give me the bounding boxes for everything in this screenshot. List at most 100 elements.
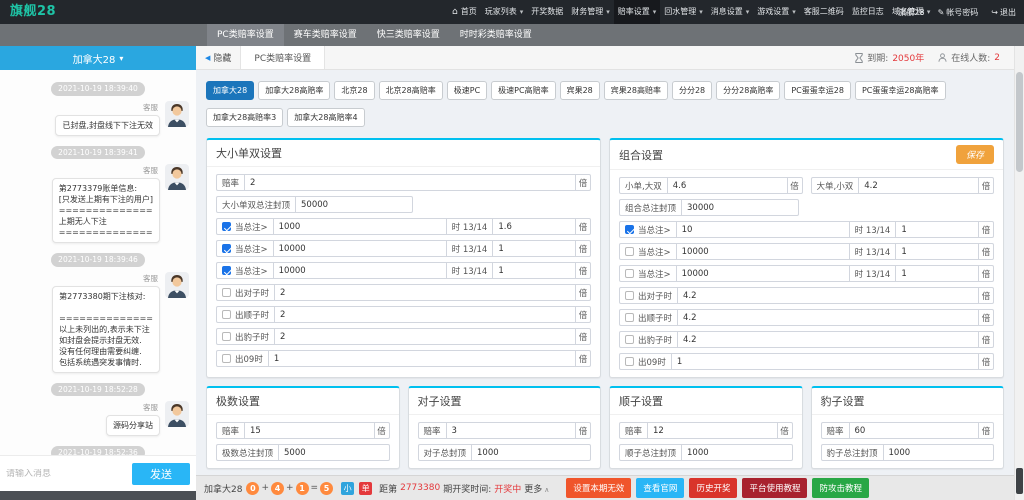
top-nav-item[interactable]: 监控日志 — [848, 0, 888, 24]
top-nav-item[interactable]: 消息设置 — [707, 0, 754, 24]
value-input[interactable]: 4.2 — [677, 287, 979, 304]
panel-title: 豹子设置 — [821, 393, 865, 409]
value-input[interactable]: 10000 — [676, 265, 850, 282]
checkbox[interactable] — [222, 310, 231, 319]
checkbox[interactable] — [222, 222, 231, 231]
checkbox[interactable] — [625, 335, 634, 344]
value-input[interactable]: 4.2 — [677, 309, 979, 326]
hide-sidebar-button[interactable]: 隐藏 — [196, 51, 240, 64]
sub-nav-item[interactable]: PC类赔率设置 — [207, 24, 284, 46]
value-input[interactable]: 2 — [274, 306, 576, 323]
value-input[interactable]: 1 — [492, 262, 576, 279]
value-input[interactable]: 4.2 — [677, 331, 979, 348]
checkbox[interactable] — [222, 354, 231, 363]
unit-label: 倍 — [575, 262, 591, 279]
status-action-button[interactable]: 设置本期无效 — [566, 478, 631, 498]
checkbox[interactable] — [222, 288, 231, 297]
game-tab[interactable]: 加拿大28高赔率3 — [206, 108, 283, 127]
save-button[interactable]: 保存 — [956, 145, 994, 164]
value-input[interactable]: 1 — [895, 221, 979, 238]
value-input[interactable]: 60 — [849, 422, 979, 439]
status-action-button[interactable]: 查看官网 — [636, 478, 684, 498]
checkbox[interactable] — [625, 313, 634, 322]
value-input[interactable]: 1 — [492, 240, 576, 257]
account-password-link[interactable]: 帐号密码 — [938, 7, 979, 18]
value-input[interactable]: 1000 — [883, 444, 994, 461]
checkbox[interactable] — [625, 357, 634, 366]
value-input[interactable]: 1000 — [681, 444, 792, 461]
game-tab[interactable]: 北京28高赔率 — [379, 81, 443, 100]
top-nav-item[interactable]: 玩家列表 — [481, 0, 528, 24]
value-input[interactable]: 10000 — [676, 243, 850, 260]
value-input[interactable]: 1000 — [471, 444, 591, 461]
checkbox[interactable] — [625, 291, 634, 300]
game-tab[interactable]: 极速PC高赔率 — [491, 81, 555, 100]
top-nav-item[interactable]: 首页 — [448, 0, 481, 24]
game-tab[interactable]: 极速PC — [447, 81, 487, 100]
value-input[interactable]: 1.6 — [492, 218, 576, 235]
value-input[interactable]: 50000 — [295, 196, 413, 213]
value-input[interactable]: 2 — [274, 328, 576, 345]
game-tab[interactable]: 加拿大28高赔率4 — [287, 108, 364, 127]
pencil-icon — [938, 8, 947, 17]
value-input[interactable]: 15 — [244, 422, 374, 439]
checkbox[interactable] — [625, 269, 634, 278]
top-nav-item[interactable]: 客服二维码 — [800, 0, 848, 24]
top-nav-item[interactable]: 财务管理 — [567, 0, 614, 24]
value-input[interactable]: 1 — [895, 243, 979, 260]
top-nav-item[interactable]: 游戏设置 — [753, 0, 800, 24]
scrollbar-thumb[interactable] — [1016, 72, 1023, 172]
value-input[interactable]: 2 — [244, 174, 576, 191]
vertical-scrollbar[interactable] — [1014, 46, 1024, 500]
value-input[interactable]: 12 — [647, 422, 777, 439]
checkbox[interactable] — [222, 244, 231, 253]
chat-message-list[interactable]: 2021-10-19 18:39:40客服已封盘,封盘线下下注无效2021-10… — [0, 70, 196, 455]
top-nav-item[interactable]: 回水管理 — [660, 0, 707, 24]
chat-bubble-line: ============== — [59, 313, 153, 324]
game-tab[interactable]: PC蛋蛋幸运28高赔率 — [855, 81, 946, 100]
game-tab[interactable]: 北京28 — [334, 81, 374, 100]
value-input[interactable]: 1000 — [273, 218, 447, 235]
chat-room-selector[interactable]: 加拿大28 — [0, 46, 196, 70]
send-button[interactable]: 发送 — [132, 463, 190, 485]
status-action-button[interactable]: 防攻击教程 — [812, 478, 869, 498]
chat-message-input[interactable] — [6, 469, 132, 479]
value-input[interactable]: 10000 — [273, 240, 447, 257]
status-action-button[interactable]: 历史开奖 — [689, 478, 737, 498]
game-tab[interactable]: 加拿大28高赔率 — [258, 81, 330, 100]
value-input[interactable]: 2 — [274, 284, 576, 301]
top-nav-item[interactable]: 赔率设置 — [614, 0, 661, 24]
sub-nav-item[interactable]: 时时彩类赔率设置 — [450, 24, 542, 46]
sub-nav-item[interactable]: 快三类赔率设置 — [367, 24, 450, 46]
field-label: 赔率 — [821, 422, 850, 439]
checkbox[interactable] — [625, 225, 634, 234]
top-nav-item[interactable]: 开奖数据 — [527, 0, 567, 24]
sub-nav-item[interactable]: 赛车类赔率设置 — [284, 24, 367, 46]
scrollbar-bottom-thumb[interactable] — [1016, 468, 1023, 494]
value-input[interactable]: 10 — [676, 221, 850, 238]
customer-service-avatar — [165, 272, 189, 298]
game-tab[interactable]: 宾果28高赔率 — [604, 81, 668, 100]
checkbox[interactable] — [625, 247, 634, 256]
game-tab[interactable]: 分分28高赔率 — [716, 81, 780, 100]
value-input[interactable]: 30000 — [681, 199, 799, 216]
game-tab[interactable]: 分分28 — [672, 81, 712, 100]
more-toggle[interactable]: 更多 — [524, 482, 549, 495]
status-action-button[interactable]: 平台使用教程 — [742, 478, 807, 498]
logout-link[interactable]: 退出 — [991, 7, 1016, 18]
game-tab[interactable]: PC蛋蛋幸运28 — [784, 81, 851, 100]
value-input[interactable]: 1 — [268, 350, 576, 367]
value-input[interactable]: 1 — [895, 265, 979, 282]
value-input[interactable]: 10000 — [273, 262, 447, 279]
tab-pc-odds-settings[interactable]: PC类赔率设置 — [240, 46, 325, 69]
checkbox[interactable] — [222, 266, 231, 275]
value-input[interactable]: 1 — [671, 353, 979, 370]
value-input[interactable]: 4.6 — [667, 177, 788, 194]
unit-label: 倍 — [978, 221, 994, 238]
value-input[interactable]: 4.2 — [858, 177, 979, 194]
game-tab[interactable]: 宾果28 — [560, 81, 600, 100]
checkbox[interactable] — [222, 332, 231, 341]
game-tab[interactable]: 加拿大28 — [206, 81, 254, 100]
value-input[interactable]: 3 — [446, 422, 576, 439]
value-input[interactable]: 5000 — [278, 444, 389, 461]
